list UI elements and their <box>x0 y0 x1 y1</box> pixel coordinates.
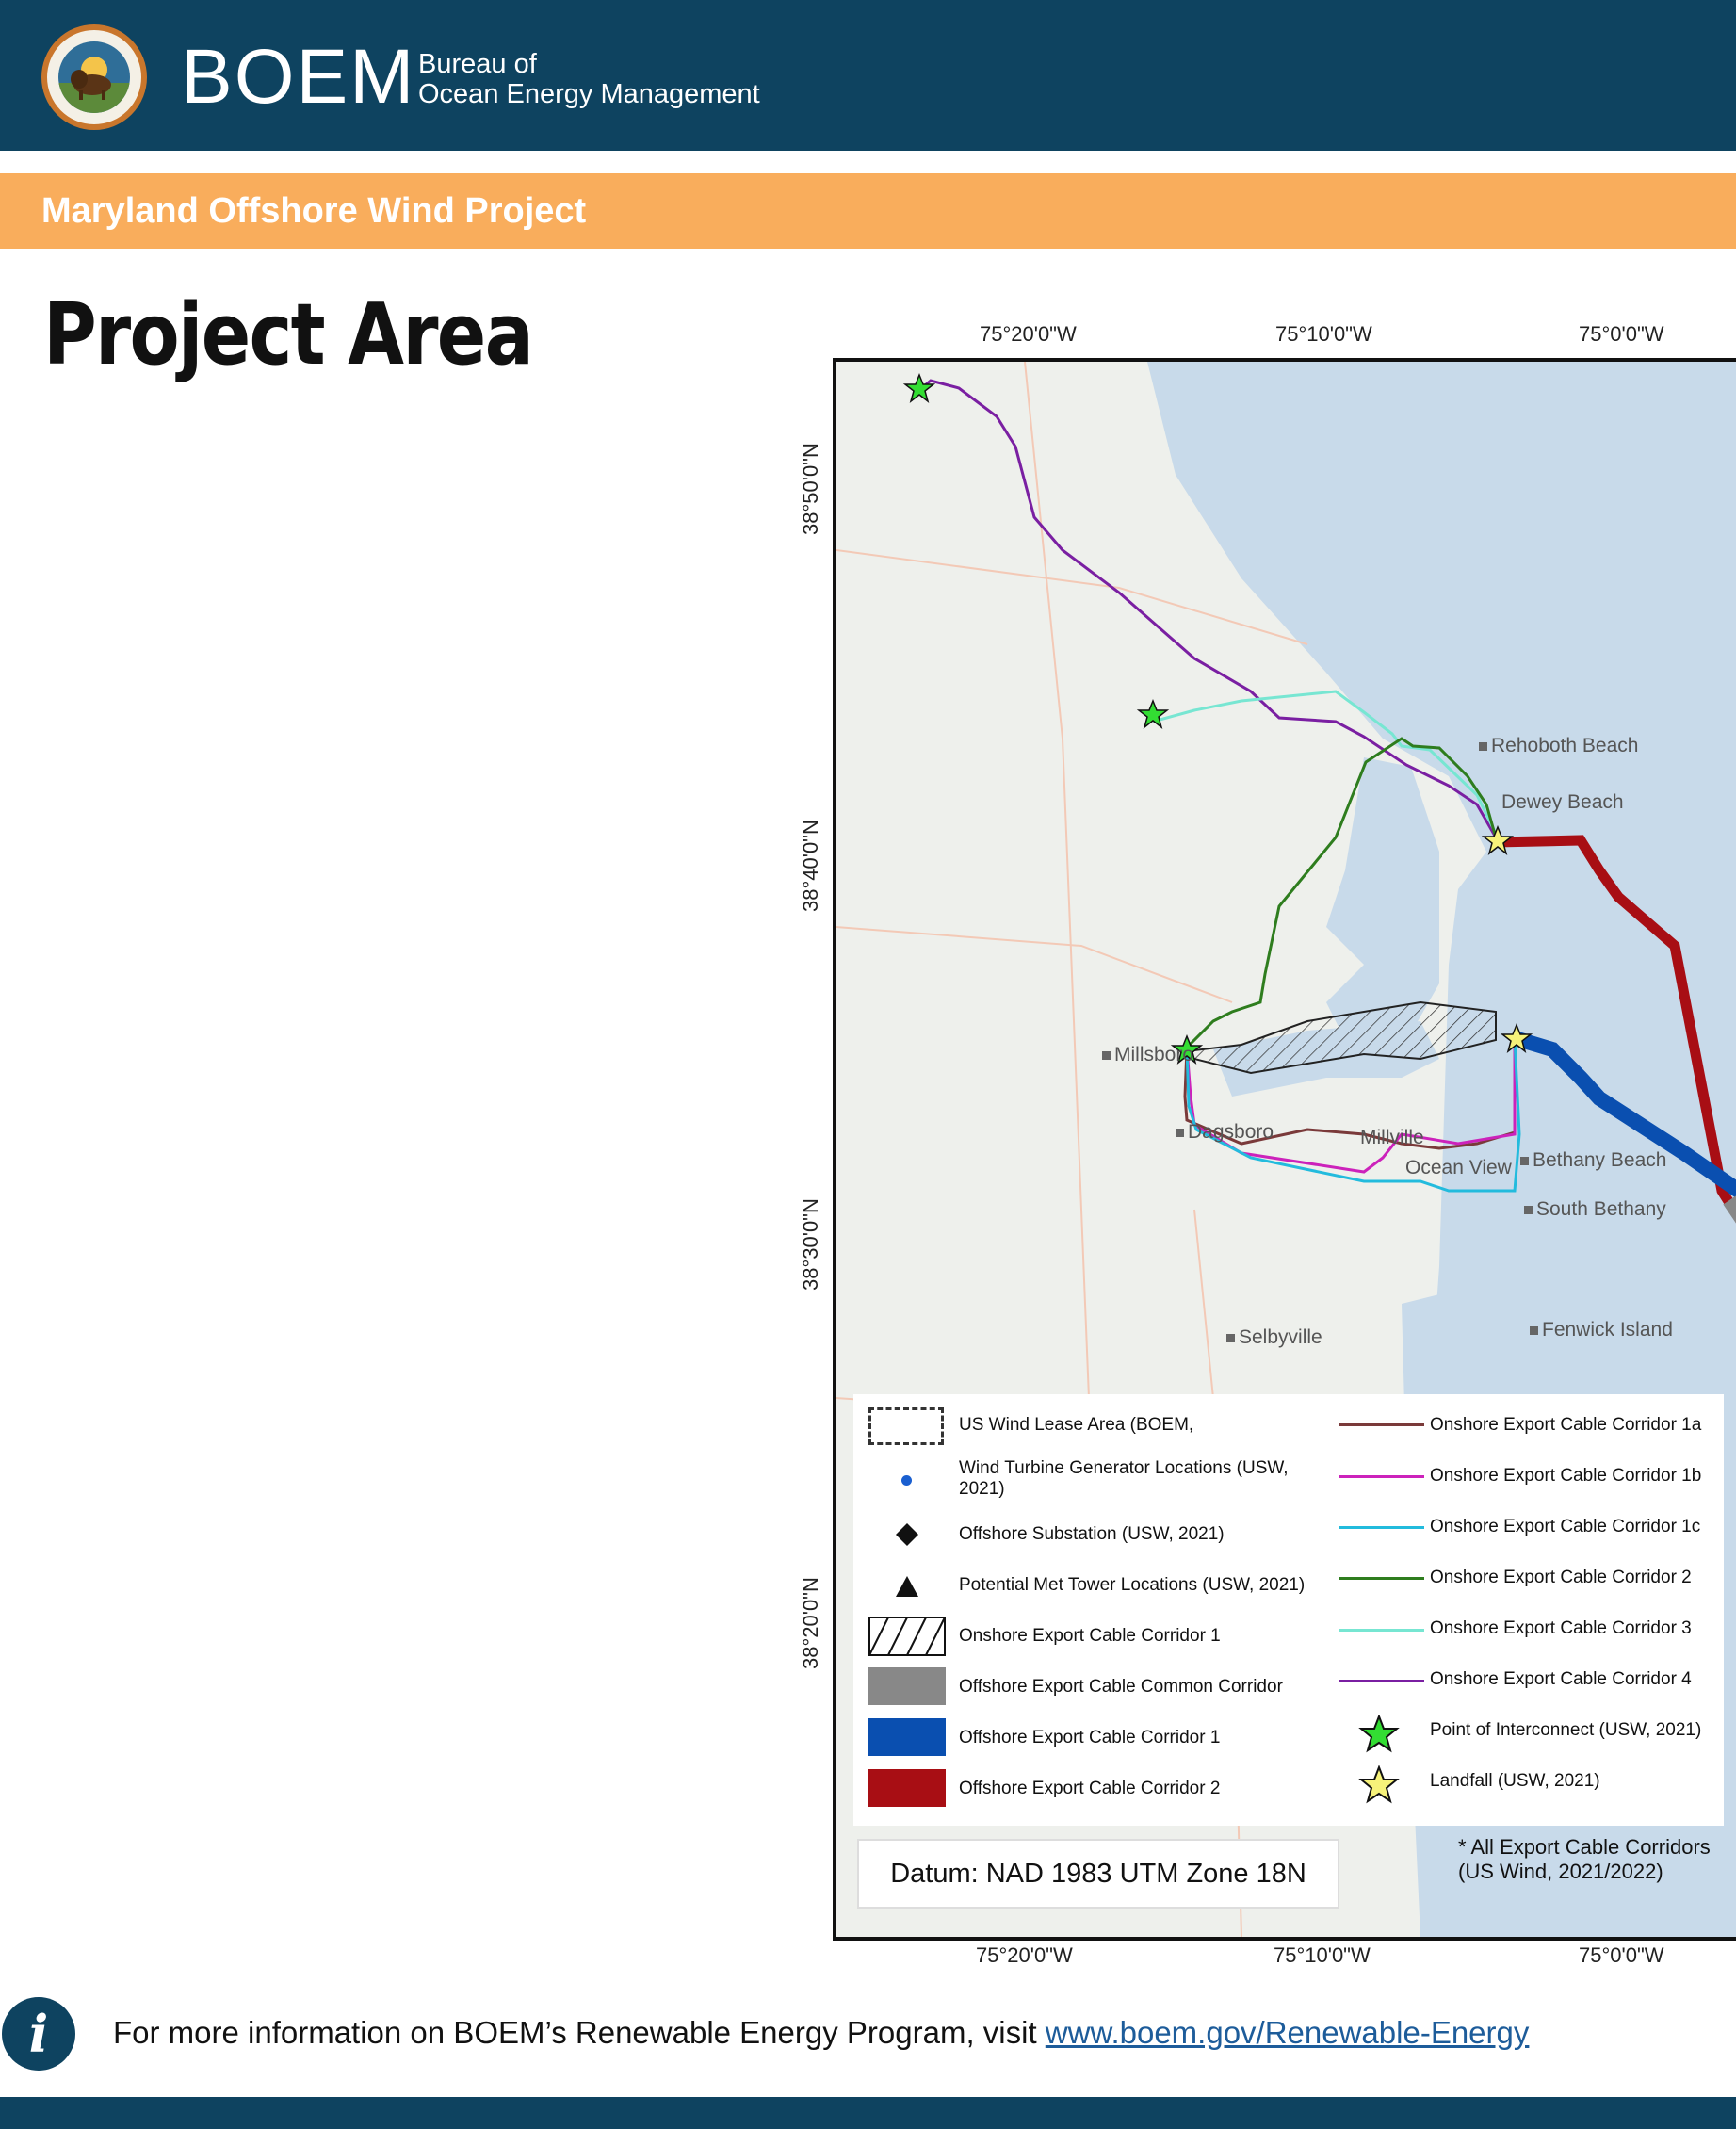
lon-label-bottom-3: 75°0'0"W <box>1579 1943 1664 1967</box>
legend-label-offshore-1: Offshore Export Cable Corridor 1 <box>959 1728 1221 1747</box>
legend-label-wtg: Wind Turbine Generator Locations (USW, 2… <box>959 1458 1289 1499</box>
bottom-bar <box>0 2097 1736 2129</box>
brown-line-icon <box>1339 1423 1424 1426</box>
info-icon: i <box>2 1997 75 2071</box>
town-fenwick-island: Fenwick Island <box>1530 1319 1673 1341</box>
town-ocean-view: Ocean View <box>1405 1157 1512 1178</box>
note-line-1: * All Export Cable Corridors <box>1458 1835 1711 1859</box>
town-selbyville: Selbyville <box>1226 1326 1322 1349</box>
town-rehoboth-beach: Rehoboth Beach <box>1479 735 1638 757</box>
purple-line-icon <box>1339 1680 1424 1682</box>
map-legend: US Wind Lease Area (BOEM, Wind Turbine G… <box>853 1394 1724 1826</box>
banner-title: Maryland Offshore Wind Project <box>41 191 587 231</box>
legend-label-onshore-1: Onshore Export Cable Corridor 1 <box>959 1626 1221 1646</box>
lon-label-bottom-2: 75°10'0"W <box>1274 1943 1371 1967</box>
project-banner: Maryland Offshore Wind Project <box>0 173 1736 249</box>
bison-icon <box>58 57 130 113</box>
town-dagsboro: Dagsboro <box>1176 1121 1274 1144</box>
note-line-2: (US Wind, 2021/2022) <box>1458 1860 1663 1883</box>
legend-label-4: Onshore Export Cable Corridor 4 <box>1430 1669 1692 1689</box>
lat-label-3: 38°30'0"N <box>799 1198 822 1291</box>
triangle-icon <box>896 1576 918 1597</box>
town-south-bethany: South Bethany <box>1524 1198 1666 1221</box>
green-star-icon <box>1358 1715 1400 1753</box>
aqua-line-icon <box>1339 1629 1424 1632</box>
legend-label-2: Onshore Export Cable Corridor 2 <box>1430 1568 1692 1587</box>
lon-label-top-3: 75°0'0"W <box>1579 322 1664 346</box>
legend-label-lease-area: US Wind Lease Area (BOEM, <box>959 1415 1194 1435</box>
lat-label-2: 38°40'0"N <box>799 820 822 912</box>
legend-label-1b: Onshore Export Cable Corridor 1b <box>1430 1466 1702 1486</box>
legend-label-substation: Offshore Substation (USW, 2021) <box>959 1524 1225 1544</box>
lon-label-bottom-1: 75°20'0"W <box>976 1943 1073 1967</box>
corridor-note: * All Export Cable Corridors (US Wind, 2… <box>1458 1835 1711 1884</box>
town-bethany-beach: Bethany Beach <box>1520 1149 1666 1172</box>
legend-label-landfall: Landfall (USW, 2021) <box>1430 1771 1600 1791</box>
legend-label-common: Offshore Export Cable Common Corridor <box>959 1677 1283 1697</box>
lon-label-top-1: 75°20'0"W <box>980 322 1077 346</box>
footer-info-text: For more information on BOEM’s Renewable… <box>113 2014 1529 2052</box>
legend-label-1c: Onshore Export Cable Corridor 1c <box>1430 1517 1701 1536</box>
dashed-box-icon <box>868 1407 944 1445</box>
datum-box: Datum: NAD 1983 UTM Zone 18N <box>857 1839 1339 1909</box>
header-bar: BOEM Bureau of Ocean Energy Management <box>0 0 1736 151</box>
footer-text: For more information on BOEM’s Renewable… <box>113 2015 1046 2050</box>
town-dewey-beach: Dewey Beach <box>1501 791 1624 813</box>
town-millsboro: Millsboro <box>1102 1044 1193 1066</box>
hatched-box-icon <box>868 1617 946 1656</box>
green-line-icon <box>1339 1577 1424 1580</box>
lon-label-top-2: 75°10'0"W <box>1275 322 1372 346</box>
cyan-line-icon <box>1339 1526 1424 1529</box>
page-title: Project Area <box>43 285 534 384</box>
diamond-icon <box>896 1523 918 1546</box>
legend-label-poi: Point of Interconnect (USW, 2021) <box>1430 1720 1702 1740</box>
yellow-star-icon <box>1358 1765 1400 1804</box>
agency-line-2: Ocean Energy Management <box>418 79 760 109</box>
legend-label-met-tower: Potential Met Tower Locations (USW, 2021… <box>959 1575 1306 1595</box>
red-box-icon <box>868 1769 946 1807</box>
legend-label-3: Onshore Export Cable Corridor 3 <box>1430 1618 1692 1638</box>
lat-label-1: 38°50'0"N <box>799 443 822 535</box>
boem-logo-wordmark: BOEM <box>181 34 416 120</box>
agency-line-1: Bureau of <box>418 49 537 79</box>
magenta-line-icon <box>1339 1475 1424 1478</box>
legend-label-1a: Onshore Export Cable Corridor 1a <box>1430 1415 1702 1435</box>
legend-label-offshore-2: Offshore Export Cable Corridor 2 <box>959 1779 1221 1798</box>
lat-label-4: 38°20'0"N <box>799 1577 822 1669</box>
blue-box-icon <box>868 1718 946 1756</box>
doi-bison-seal-icon <box>41 24 147 130</box>
blue-dot-icon <box>901 1475 912 1486</box>
renewable-energy-link[interactable]: www.boem.gov/Renewable-Energy <box>1046 2015 1530 2050</box>
town-millville: Millville <box>1360 1127 1424 1148</box>
gray-box-icon <box>868 1667 946 1705</box>
agency-name: Bureau of Ocean Energy Management <box>418 49 760 109</box>
seal-emblem <box>58 41 130 113</box>
